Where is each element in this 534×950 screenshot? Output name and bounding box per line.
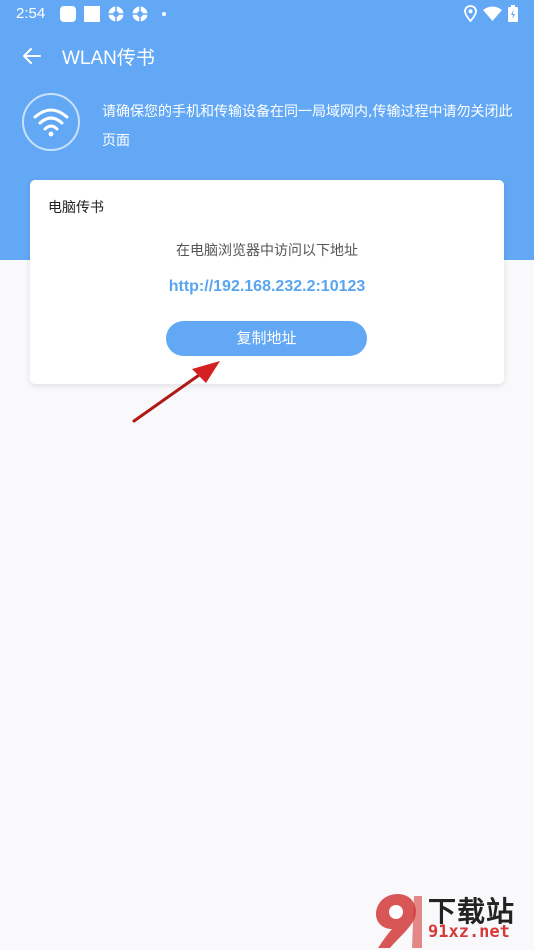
app-icon — [60, 6, 76, 22]
location-icon — [464, 5, 477, 26]
notice-text: 请确保您的手机和传输设备在同一局域网内,传输过程中请勿关闭此页面 — [102, 104, 513, 149]
app-icon — [84, 6, 100, 22]
watermark-url: 91xz.net — [428, 922, 510, 942]
pc-transfer-card: 电脑传书 在电脑浏览器中访问以下地址 http://192.168.232.2:… — [30, 180, 504, 384]
settings-icon — [108, 6, 124, 26]
status-time: 2:54 — [16, 5, 46, 22]
app-bar: WLAN传书 — [0, 30, 534, 80]
card-title: 电脑传书 — [48, 200, 104, 216]
watermark-logo-icon — [376, 894, 422, 948]
server-url: http://192.168.232.2:10123 — [168, 278, 366, 295]
wifi-icon — [22, 93, 80, 151]
arrow-left-icon[interactable] — [18, 42, 46, 70]
status-bar: 2:54 — [0, 0, 534, 28]
battery-icon — [508, 5, 518, 26]
card-subtitle: 在电脑浏览器中访问以下地址 — [176, 243, 358, 259]
annotation-arrow — [132, 361, 220, 423]
watermark: 下载站 91xz.net — [370, 890, 534, 950]
settings-icon — [132, 6, 148, 26]
dot-icon — [162, 12, 166, 16]
page-title: WLAN传书 — [62, 48, 155, 69]
wifi-icon — [483, 6, 502, 25]
